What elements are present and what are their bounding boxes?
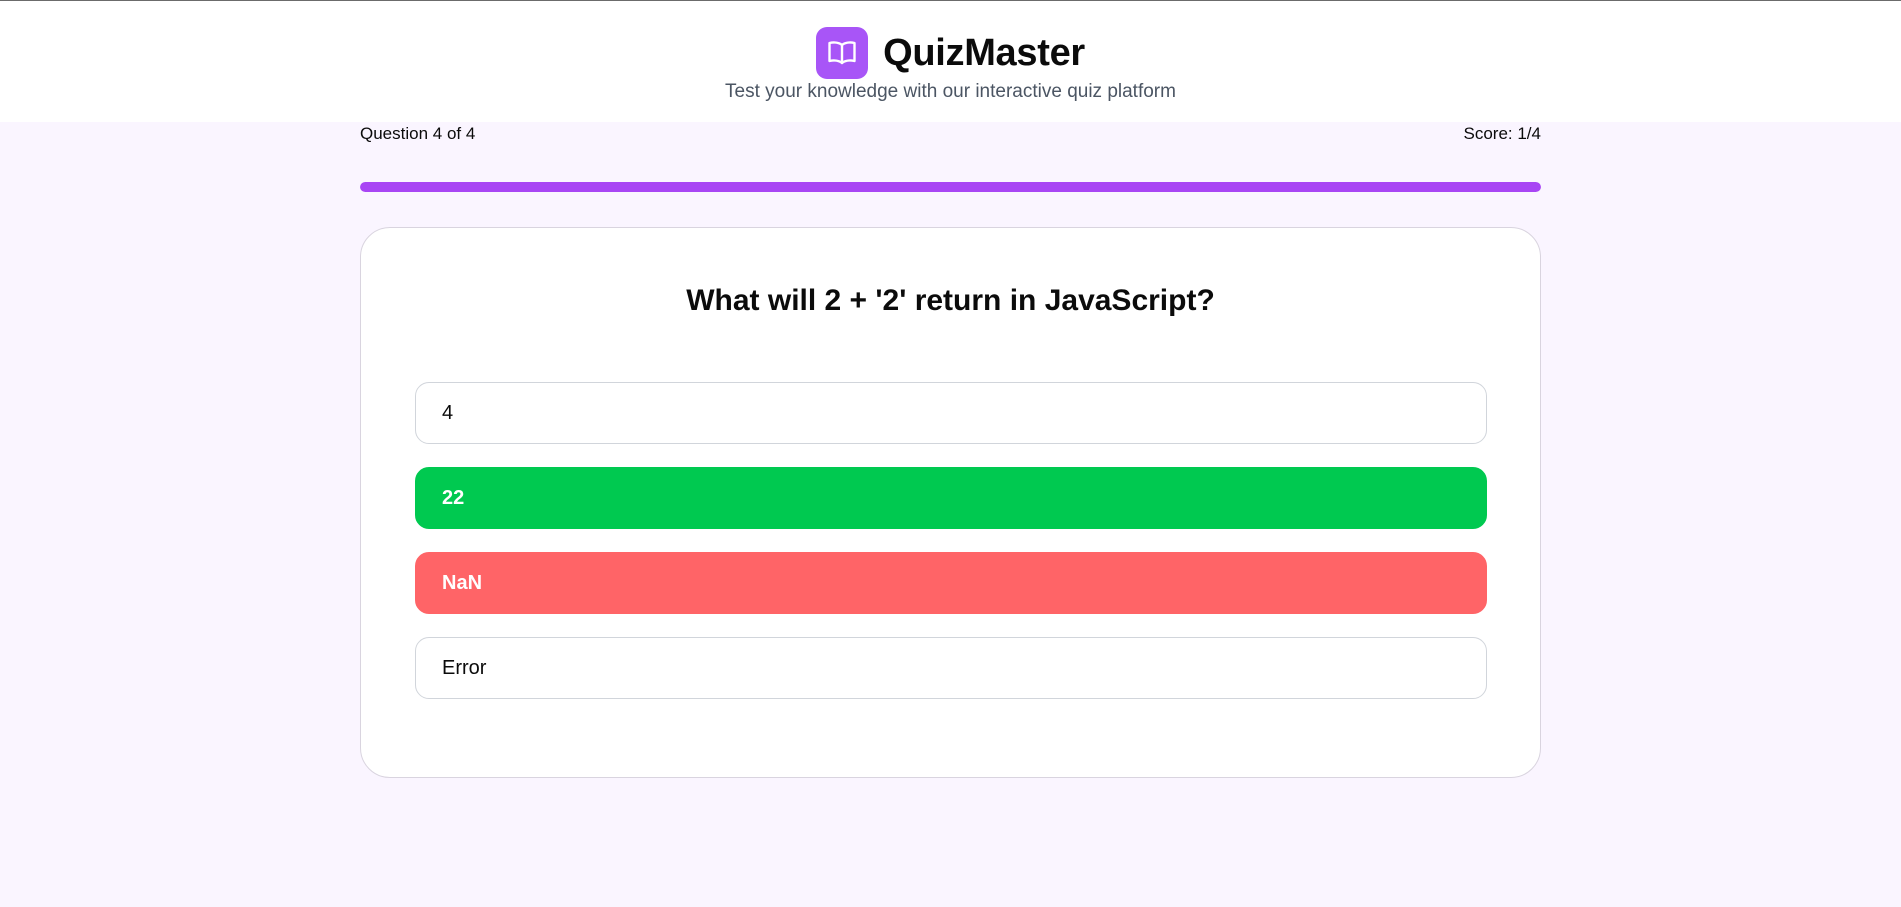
- progress-meta: Question 4 of 4 Score: 1/4: [360, 124, 1541, 144]
- score-display: Score: 1/4: [1463, 124, 1542, 143]
- brand: QuizMaster: [0, 27, 1901, 79]
- progress-bar-fill: [360, 182, 1541, 192]
- question-counter: Question 4 of 4: [360, 124, 476, 143]
- answer-option[interactable]: 4: [415, 382, 1487, 444]
- app-title: QuizMaster: [883, 31, 1085, 74]
- answer-option[interactable]: Error: [415, 637, 1487, 699]
- answer-option[interactable]: NaN: [415, 552, 1487, 614]
- question-text: What will 2 + '2' return in JavaScript?: [686, 284, 1215, 317]
- progress-bar: [360, 182, 1541, 192]
- app-subtitle: Test your knowledge with our interactive…: [725, 81, 1176, 102]
- answer-option[interactable]: 22: [415, 467, 1487, 529]
- answer-options: 4 22 NaN Error: [415, 382, 1487, 722]
- question-card: What will 2 + '2' return in JavaScript? …: [360, 227, 1541, 778]
- open-book-icon: [816, 27, 869, 79]
- app-header: QuizMaster Test your knowledge with our …: [0, 0, 1901, 122]
